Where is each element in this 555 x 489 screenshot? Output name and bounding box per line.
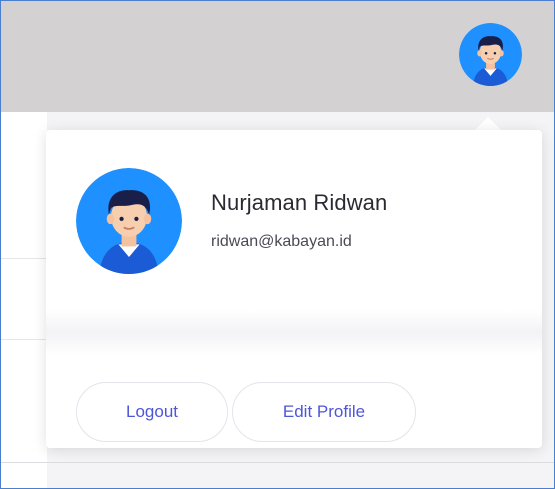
user-email: ridwan@kabayan.id [211,233,352,250]
divider [1,462,554,463]
edit-profile-button[interactable]: Edit Profile [232,382,416,442]
divider [1,258,47,259]
popover-caret [474,117,502,131]
profile-avatar [76,168,182,274]
user-avatar-icon [459,23,522,86]
user-avatar-icon [76,168,182,274]
section-separator [46,310,542,355]
profile-dropdown: Nurjaman Ridwan ridwan@kabayan.id Logout… [46,130,542,448]
header-avatar-button[interactable] [459,23,522,86]
app-frame: Nurjaman Ridwan ridwan@kabayan.id Logout… [0,0,555,489]
divider [1,339,47,340]
user-name: Nurjaman Ridwan [211,190,388,215]
page-background [1,112,47,488]
logout-button[interactable]: Logout [76,382,228,442]
